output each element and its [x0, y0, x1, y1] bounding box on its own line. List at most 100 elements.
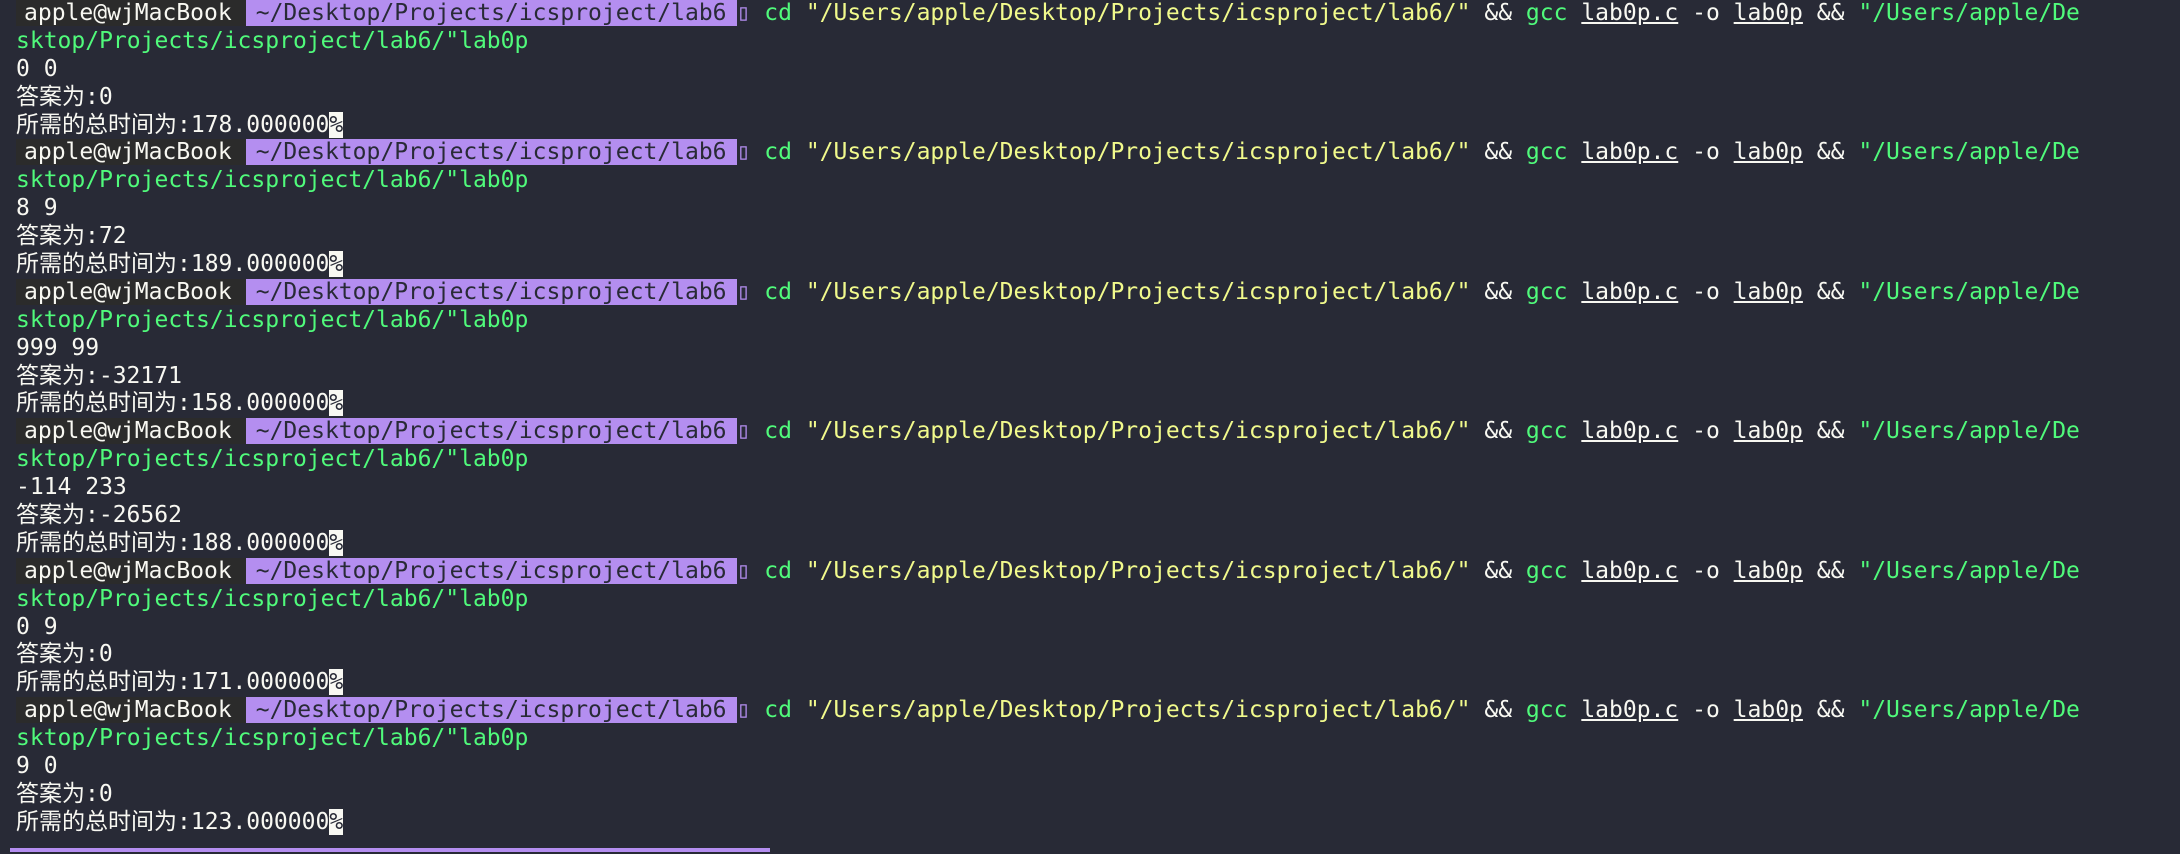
program-input-line: 999 99: [16, 334, 100, 361]
program-input-line: 8 9: [16, 195, 58, 222]
command-output-file[interactable]: lab0p: [1734, 139, 1803, 165]
command-flag: -o: [1692, 418, 1720, 445]
command-flag: -o: [1692, 0, 1720, 26]
prompt-separator-icon: ▯: [736, 278, 751, 305]
command-and: &&: [1816, 697, 1845, 724]
command-run-path: "/Users/apple/De: [1858, 0, 2080, 26]
command-dir: "/Users/apple/Desktop/Projects/icsprojec…: [805, 697, 1471, 724]
command-cd: cd: [764, 418, 792, 445]
terminal-window[interactable]: apple@wjMacBook ~/Desktop/Projects/icspro…: [0, 0, 2180, 854]
command-cd: cd: [764, 557, 792, 584]
command-output-file[interactable]: lab0p: [1734, 0, 1803, 26]
command-cd: cd: [764, 139, 792, 166]
command-and: &&: [1484, 0, 1513, 26]
command-cd: cd: [764, 0, 792, 26]
command-flag: -o: [1692, 278, 1720, 305]
prompt-user-host: apple@wjMacBook: [16, 697, 246, 724]
prompt-line: apple@wjMacBook ~/Desktop/Projects/icspro…: [16, 418, 2180, 446]
command-source-file[interactable]: lab0p.c: [1581, 418, 1678, 444]
prompt-line: apple@wjMacBook ~/Desktop/Projects/icspro…: [16, 0, 2180, 28]
command-gcc: gcc: [1525, 139, 1568, 166]
program-answer-line: 答案为:0: [16, 83, 113, 110]
program-time-text: 所需的总时间为:188.000000: [16, 529, 330, 556]
command-source-file[interactable]: lab0p.c: [1581, 0, 1678, 26]
program-time-text: 所需的总时间为:171.000000: [16, 669, 330, 696]
command-source-file[interactable]: lab0p.c: [1581, 697, 1678, 723]
no-newline-percent-icon: %: [329, 808, 344, 835]
command-flag: -o: [1692, 139, 1720, 166]
command-output-file[interactable]: lab0p: [1734, 558, 1803, 584]
prompt-line: apple@wjMacBook ~/Desktop/Projects/icspro…: [16, 697, 2180, 725]
program-input-line: -114 233: [16, 474, 127, 501]
prompt-user-host: apple@wjMacBook: [16, 278, 246, 305]
prompt-user-host: apple@wjMacBook: [16, 418, 246, 445]
prompt-path: ~/Desktop/Projects/icsproject/lab6: [245, 278, 737, 305]
prompt-line: apple@wjMacBook ~/Desktop/Projects/icspro…: [16, 557, 2180, 586]
command-and: &&: [1484, 557, 1513, 584]
command-and: &&: [1816, 139, 1845, 166]
no-newline-percent-icon: %: [329, 111, 344, 138]
command-run-path: "/Users/apple/De: [1858, 418, 2080, 445]
command-wrap-line: sktop/Projects/icsproject/lab6/"lab0p: [16, 446, 529, 473]
prompt-user-host: apple@wjMacBook: [16, 557, 246, 584]
program-input-line: 0 9: [16, 613, 58, 640]
command-wrap-line: sktop/Projects/icsproject/lab6/"lab0p: [16, 725, 529, 752]
prompt-path: ~/Desktop/Projects/icsproject/lab6: [245, 139, 737, 166]
command-gcc: gcc: [1525, 278, 1568, 305]
command-and: &&: [1484, 139, 1513, 166]
no-newline-percent-icon: %: [329, 390, 344, 417]
command-output-file[interactable]: lab0p: [1734, 697, 1803, 723]
program-time-text: 所需的总时间为:189.000000: [16, 251, 330, 278]
command-wrap-line: sktop/Projects/icsproject/lab6/"lab0p: [16, 167, 529, 194]
program-time-text: 所需的总时间为:123.000000: [16, 808, 330, 835]
command-and: &&: [1484, 278, 1513, 305]
no-newline-percent-icon: %: [329, 529, 344, 556]
next-prompt-partial: [10, 848, 770, 852]
program-answer-line: 答案为:72: [16, 223, 127, 250]
program-time-line: 所需的总时间为:189.000000%: [16, 251, 2180, 279]
prompt-line: apple@wjMacBook ~/Desktop/Projects/icspro…: [16, 139, 2180, 167]
program-time-line: 所需的总时间为:123.000000%: [16, 808, 2180, 837]
prompt-path: ~/Desktop/Projects/icsproject/lab6: [245, 0, 737, 26]
command-source-file[interactable]: lab0p.c: [1581, 139, 1678, 165]
prompt-path: ~/Desktop/Projects/icsproject/lab6: [245, 557, 737, 584]
prompt-separator-icon: ▯: [736, 557, 751, 584]
program-time-line: 所需的总时间为:178.000000%: [16, 111, 2180, 140]
prompt-separator-icon: ▯: [736, 697, 751, 724]
command-dir: "/Users/apple/Desktop/Projects/icsprojec…: [805, 139, 1471, 166]
no-newline-percent-icon: %: [329, 251, 344, 278]
prompt-separator-icon: ▯: [736, 139, 751, 166]
command-and: &&: [1816, 418, 1845, 445]
command-run-path: "/Users/apple/De: [1858, 278, 2080, 305]
program-answer-line: 答案为:-26562: [16, 502, 182, 529]
command-and: &&: [1816, 557, 1845, 584]
command-run-path: "/Users/apple/De: [1858, 139, 2080, 166]
prompt-path: ~/Desktop/Projects/icsproject/lab6: [245, 697, 737, 724]
command-gcc: gcc: [1525, 0, 1568, 26]
command-run-path: "/Users/apple/De: [1858, 697, 2080, 724]
prompt-path: ~/Desktop/Projects/icsproject/lab6: [245, 418, 737, 445]
command-source-file[interactable]: lab0p.c: [1581, 558, 1678, 584]
program-time-line: 所需的总时间为:188.000000%: [16, 529, 2180, 558]
program-input-line: 0 0: [16, 55, 58, 82]
command-gcc: gcc: [1525, 557, 1568, 584]
command-wrap-line: sktop/Projects/icsproject/lab6/"lab0p: [16, 306, 529, 333]
command-dir: "/Users/apple/Desktop/Projects/icsprojec…: [805, 418, 1471, 445]
program-time-line: 所需的总时间为:158.000000%: [16, 390, 2180, 418]
command-output-file[interactable]: lab0p: [1734, 279, 1803, 305]
program-time-line: 所需的总时间为:171.000000%: [16, 669, 2180, 697]
command-output-file[interactable]: lab0p: [1734, 418, 1803, 444]
command-cd: cd: [764, 697, 792, 724]
no-newline-percent-icon: %: [329, 669, 344, 696]
program-answer-line: 答案为:0: [16, 641, 113, 668]
command-source-file[interactable]: lab0p.c: [1581, 279, 1678, 305]
program-time-text: 所需的总时间为:178.000000: [16, 111, 330, 138]
program-time-text: 所需的总时间为:158.000000: [16, 390, 330, 417]
prompt-user-host: apple@wjMacBook: [16, 0, 246, 26]
command-and: &&: [1816, 0, 1845, 26]
prompt-separator-icon: ▯: [736, 0, 751, 26]
command-flag: -o: [1692, 697, 1720, 724]
command-dir: "/Users/apple/Desktop/Projects/icsprojec…: [805, 557, 1471, 584]
command-gcc: gcc: [1525, 697, 1568, 724]
command-and: &&: [1484, 697, 1513, 724]
